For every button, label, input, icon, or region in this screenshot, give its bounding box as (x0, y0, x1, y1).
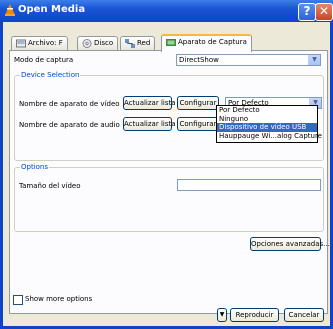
network-icon (125, 38, 135, 48)
window-title: Open Media (18, 4, 86, 15)
capture-mode-select[interactable]: DirectShow ▼ (176, 54, 321, 66)
capture-mode-label: Modo de captura (14, 56, 74, 64)
refresh-video-list-button[interactable]: Actualizar lista (123, 96, 176, 110)
tab-disc[interactable]: Disco (77, 36, 119, 50)
play-button[interactable]: Reproducir (230, 308, 279, 322)
tab-network[interactable]: Red (120, 36, 156, 50)
help-button[interactable]: ? (298, 3, 316, 21)
video-size-label: Tamaño del vídeo (19, 182, 81, 190)
advanced-options-button[interactable]: Opciones avanzadas... (250, 237, 330, 251)
options-title: Options (20, 163, 50, 171)
tab-file-label: Archivo: F (28, 39, 63, 47)
close-button[interactable]: ✕ (315, 3, 333, 21)
cancel-button[interactable]: Cancelar (284, 308, 324, 322)
video-size-input[interactable] (177, 179, 321, 191)
chevron-down-icon: ▼ (308, 55, 320, 65)
dropdown-option-none[interactable]: Ninguno (217, 115, 317, 124)
refresh-audio-list-button[interactable]: Actualizar lista (123, 117, 176, 131)
tab-file[interactable]: Archivo: F (11, 36, 68, 50)
video-device-dropdown-list: Por Defecto Ninguno Dispositivo de vídeo… (216, 105, 322, 143)
capture-mode-value: DirectShow (179, 56, 219, 64)
video-device-label: Nombre de aparato de vídeo (19, 100, 120, 108)
tab-network-label: Red (137, 39, 151, 47)
show-more-options-label: Show more options (25, 295, 93, 303)
options-group: Options Tamaño del vídeo (14, 163, 324, 232)
title-bar: Open Media ? ✕ (0, 0, 333, 22)
tab-capture-device-label: Aparato de Captura (178, 38, 247, 46)
dropdown-option-default[interactable]: Por Defecto (217, 106, 317, 115)
tab-capture-device[interactable]: Aparato de Captura (161, 34, 252, 52)
disc-icon (82, 38, 92, 48)
file-icon (16, 39, 26, 47)
dropdown-option-usb-video[interactable]: Dispositivo de vídeo USB (217, 123, 317, 132)
audio-device-label: Nombre de aparato de audio (19, 121, 120, 129)
tab-disc-label: Disco (94, 39, 114, 47)
configure-video-button[interactable]: Configurar (177, 96, 219, 110)
vlc-cone-icon (5, 4, 15, 16)
dialog-client: Archivo: F Disco Red Aparato de Captura … (3, 22, 330, 326)
capture-panel: Modo de captura DirectShow ▼ Device Sele… (9, 50, 330, 314)
capture-device-icon (166, 38, 176, 46)
configure-audio-button[interactable]: Configurar (177, 117, 219, 131)
show-more-options-checkbox[interactable] (13, 295, 23, 305)
dropdown-option-hauppauge[interactable]: Hauppauge Wi...alog Capture (217, 132, 322, 141)
device-selection-title: Device Selection (20, 71, 81, 79)
play-options-dropdown-button[interactable]: ▼ (217, 308, 227, 322)
